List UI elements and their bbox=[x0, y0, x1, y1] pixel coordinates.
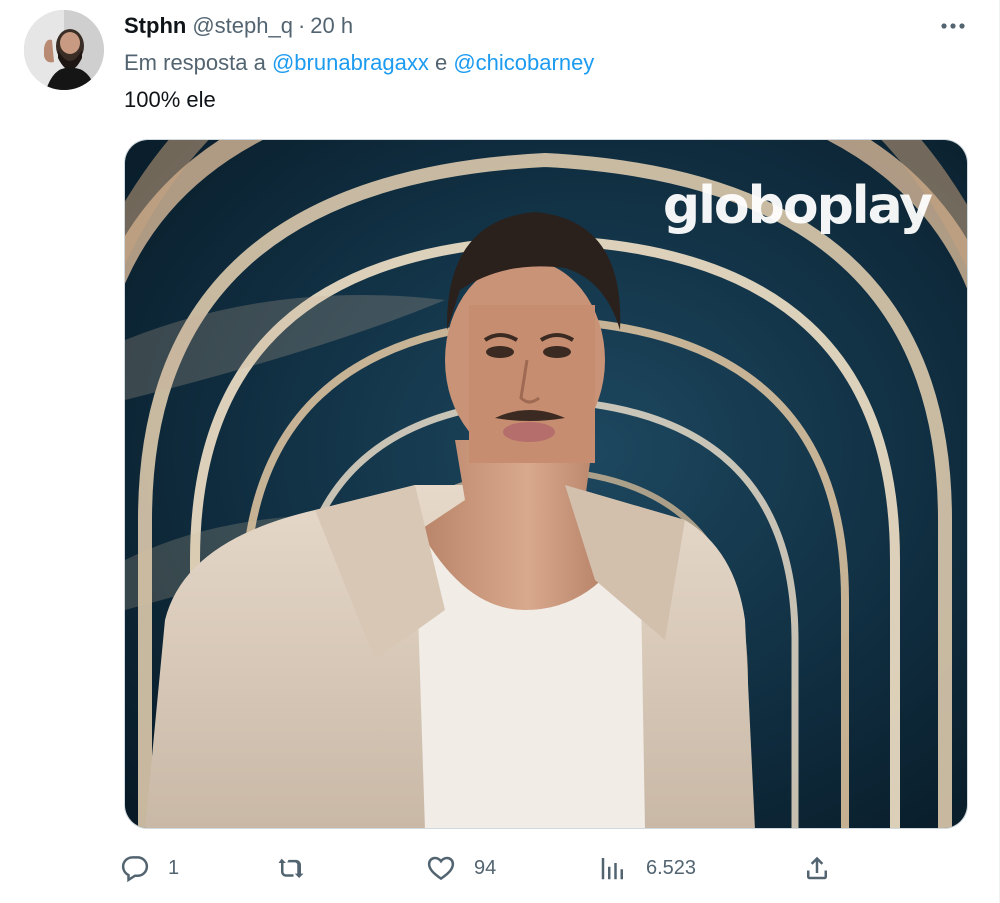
reply-context: Em resposta a @brunabragaxx e @chicobarn… bbox=[124, 50, 594, 76]
tweet-header: Stphn @steph_q · 20 h bbox=[124, 12, 353, 40]
view-count: 6.523 bbox=[646, 856, 697, 879]
user-handle[interactable]: @steph_q bbox=[192, 13, 293, 39]
reply-icon bbox=[118, 851, 152, 885]
like-count: 94 bbox=[474, 856, 497, 879]
avatar[interactable] bbox=[24, 10, 104, 90]
tweet[interactable]: Stphn @steph_q · 20 h Em resposta a @bru… bbox=[0, 0, 1000, 903]
reply-count: 1 bbox=[168, 856, 180, 879]
tweet-actions: 1 94 6.523 bbox=[118, 846, 838, 890]
share-icon bbox=[800, 851, 834, 885]
retweet-icon bbox=[274, 851, 308, 885]
views-button[interactable]: 6.523 bbox=[596, 846, 696, 890]
views-icon bbox=[596, 851, 630, 885]
like-button[interactable]: 94 bbox=[424, 846, 496, 890]
reply-button[interactable]: 1 bbox=[118, 846, 179, 890]
reply-conjunction: e bbox=[434, 50, 448, 75]
tweet-media-image[interactable]: globoplay bbox=[124, 139, 968, 829]
tweet-text: 100% ele bbox=[124, 87, 216, 112]
share-button[interactable] bbox=[800, 846, 834, 890]
display-name[interactable]: Stphn bbox=[124, 13, 186, 39]
mention-link-2[interactable]: @chicobarney bbox=[453, 50, 594, 75]
retweet-button[interactable] bbox=[274, 846, 324, 890]
mention-link-1[interactable]: @brunabragaxx bbox=[272, 50, 429, 75]
timestamp[interactable]: 20 h bbox=[310, 13, 353, 39]
reply-prefix: Em resposta a bbox=[124, 50, 266, 75]
heart-icon bbox=[424, 851, 458, 885]
globoplay-watermark: globoplay bbox=[662, 176, 933, 236]
separator-dot: · bbox=[297, 13, 306, 38]
more-icon[interactable] bbox=[939, 14, 967, 38]
